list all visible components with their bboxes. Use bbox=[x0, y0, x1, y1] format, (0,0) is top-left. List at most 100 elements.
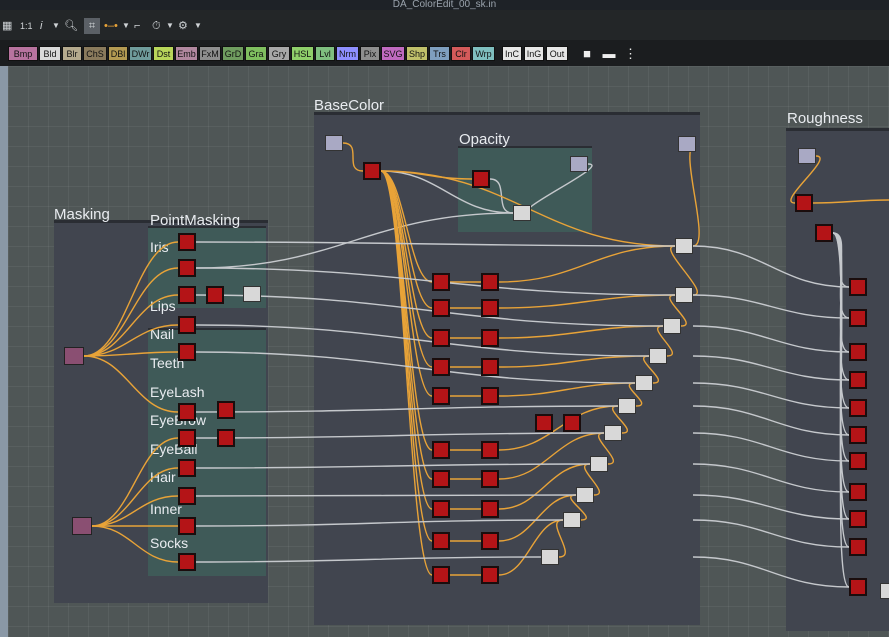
basecolor-node-b-6[interactable] bbox=[481, 470, 499, 488]
basecolor-node-b-5[interactable] bbox=[481, 441, 499, 459]
mask-blend-node[interactable] bbox=[243, 286, 261, 302]
roughness-row-node-5[interactable] bbox=[849, 426, 867, 444]
basecolor-output-node[interactable] bbox=[678, 136, 696, 152]
chip-svg[interactable]: SVG bbox=[381, 46, 405, 61]
chip-ing[interactable]: InG bbox=[524, 46, 544, 61]
chip-out[interactable]: Out bbox=[546, 46, 568, 61]
basecolor-node-c-2[interactable] bbox=[563, 414, 581, 432]
mask-node-7[interactable] bbox=[178, 459, 196, 477]
opacity-blend-node[interactable] bbox=[513, 205, 531, 221]
chip-bmp[interactable]: Bmp bbox=[8, 46, 38, 61]
basecolor-input-node[interactable] bbox=[325, 135, 343, 151]
basecolor-blend-node-8[interactable] bbox=[576, 487, 594, 503]
mask-node-10[interactable] bbox=[178, 553, 196, 571]
masking-input-node-2[interactable] bbox=[72, 517, 92, 535]
basecolor-node-a-1[interactable] bbox=[432, 299, 450, 317]
basecolor-node-c-1[interactable] bbox=[535, 414, 553, 432]
grid-icon[interactable]: ▦ bbox=[2, 18, 12, 34]
node-graph-canvas[interactable]: Masking PointMasking BaseColor Opacity R… bbox=[8, 66, 889, 637]
chip-gry[interactable]: Gry bbox=[268, 46, 290, 61]
opacity-node[interactable] bbox=[472, 170, 490, 188]
chip-nrm[interactable]: Nrm bbox=[336, 46, 359, 61]
basecolor-node-a-0[interactable] bbox=[432, 273, 450, 291]
chip-chs[interactable]: ChS bbox=[83, 46, 107, 61]
roughness-row-node-2[interactable] bbox=[849, 343, 867, 361]
mask-node-3[interactable] bbox=[178, 316, 196, 334]
basecolor-node-b-3[interactable] bbox=[481, 358, 499, 376]
chip-lvl[interactable]: Lvl bbox=[315, 46, 335, 61]
chip-fxm[interactable]: FxM bbox=[199, 46, 221, 61]
chip-inc[interactable]: InC bbox=[502, 46, 522, 61]
basecolor-node-b-7[interactable] bbox=[481, 500, 499, 518]
mask-node-9[interactable] bbox=[178, 517, 196, 535]
roughness-row-node-4[interactable] bbox=[849, 399, 867, 417]
basecolor-node-b-0[interactable] bbox=[481, 273, 499, 291]
timer-icon[interactable]: ⏱︎ bbox=[152, 18, 161, 34]
chip-hsl[interactable]: HSL bbox=[291, 46, 314, 61]
mask-node-extra-3[interactable] bbox=[217, 429, 235, 447]
basecolor-blend-node-7[interactable] bbox=[590, 456, 608, 472]
roughness-node-2[interactable] bbox=[815, 224, 833, 242]
basecolor-blend-node-1[interactable] bbox=[675, 287, 693, 303]
mask-node-6[interactable] bbox=[178, 429, 196, 447]
roughness-row-node-6[interactable] bbox=[849, 452, 867, 470]
basecolor-node-b-8[interactable] bbox=[481, 532, 499, 550]
roughness-row-node-7[interactable] bbox=[849, 483, 867, 501]
chip-grd[interactable]: GrD bbox=[222, 46, 244, 61]
basecolor-blend-node-3[interactable] bbox=[649, 348, 667, 364]
basecolor-blend-node-5[interactable] bbox=[618, 398, 636, 414]
mask-node-5[interactable] bbox=[178, 403, 196, 421]
frame-icon[interactable]: ▬ bbox=[600, 46, 618, 61]
basecolor-blend-node-10[interactable] bbox=[541, 549, 559, 565]
basecolor-blend-node-2[interactable] bbox=[663, 318, 681, 334]
chevron-down-icon-3[interactable]: ▼ bbox=[166, 18, 174, 34]
roughness-node-1[interactable] bbox=[795, 194, 813, 212]
basecolor-node-a-2[interactable] bbox=[432, 329, 450, 347]
chip-clr[interactable]: Clr bbox=[451, 46, 471, 61]
chip-pix[interactable]: Pix bbox=[360, 46, 380, 61]
mask-node-extra-1[interactable] bbox=[206, 286, 224, 304]
basecolor-node-b-4[interactable] bbox=[481, 387, 499, 405]
chevron-down-icon-4[interactable]: ▼ bbox=[194, 18, 202, 34]
chip-bld[interactable]: Bld bbox=[39, 46, 61, 61]
step-icon[interactable]: ⌐ bbox=[134, 18, 140, 34]
mask-node-extra-2[interactable] bbox=[217, 401, 235, 419]
chip-shp[interactable]: Shp bbox=[406, 46, 428, 61]
basecolor-node-a-5[interactable] bbox=[432, 441, 450, 459]
roughness-row-node-9[interactable] bbox=[849, 538, 867, 556]
roughness-row-node-10[interactable] bbox=[849, 578, 867, 596]
info-button[interactable]: i bbox=[40, 18, 42, 34]
mask-node-8[interactable] bbox=[178, 487, 196, 505]
basecolor-blend-node-0[interactable] bbox=[675, 238, 693, 254]
roughness-blend-node[interactable] bbox=[880, 583, 889, 599]
basecolor-node-a-6[interactable] bbox=[432, 470, 450, 488]
basecolor-blend-node-9[interactable] bbox=[563, 512, 581, 528]
roughness-row-node-8[interactable] bbox=[849, 510, 867, 528]
wire-style-icon[interactable]: •–• bbox=[104, 18, 118, 34]
mask-node-0[interactable] bbox=[178, 233, 196, 251]
search-icon[interactable]: 🔍︎ bbox=[64, 18, 78, 34]
basecolor-node-a-7[interactable] bbox=[432, 500, 450, 518]
mask-node-4[interactable] bbox=[178, 343, 196, 361]
snap-icon[interactable]: ⌗ bbox=[84, 18, 100, 34]
roughness-row-node-0[interactable] bbox=[849, 278, 867, 296]
chevron-down-icon-2[interactable]: ▼ bbox=[122, 18, 130, 34]
basecolor-node-a-4[interactable] bbox=[432, 387, 450, 405]
mask-node-2[interactable] bbox=[178, 286, 196, 304]
chevron-down-icon[interactable]: ▼ bbox=[52, 18, 60, 34]
chip-dwr[interactable]: DWr bbox=[129, 46, 152, 61]
chip-dst[interactable]: Dst bbox=[153, 46, 174, 61]
roughness-row-node-1[interactable] bbox=[849, 309, 867, 327]
basecolor-source-node[interactable] bbox=[363, 162, 381, 180]
chip-gra[interactable]: Gra bbox=[245, 46, 267, 61]
basecolor-blend-node-4[interactable] bbox=[635, 375, 653, 391]
roughness-input-node[interactable] bbox=[798, 148, 816, 164]
more-icon[interactable]: ⋮ bbox=[624, 46, 637, 61]
chip-trs[interactable]: Trs bbox=[429, 46, 450, 61]
basecolor-node-a-9[interactable] bbox=[432, 566, 450, 584]
comment-icon[interactable]: ■ bbox=[578, 46, 596, 61]
masking-input-node-1[interactable] bbox=[64, 347, 84, 365]
basecolor-node-a-3[interactable] bbox=[432, 358, 450, 376]
roughness-row-node-3[interactable] bbox=[849, 371, 867, 389]
chip-blr[interactable]: Blr bbox=[62, 46, 82, 61]
